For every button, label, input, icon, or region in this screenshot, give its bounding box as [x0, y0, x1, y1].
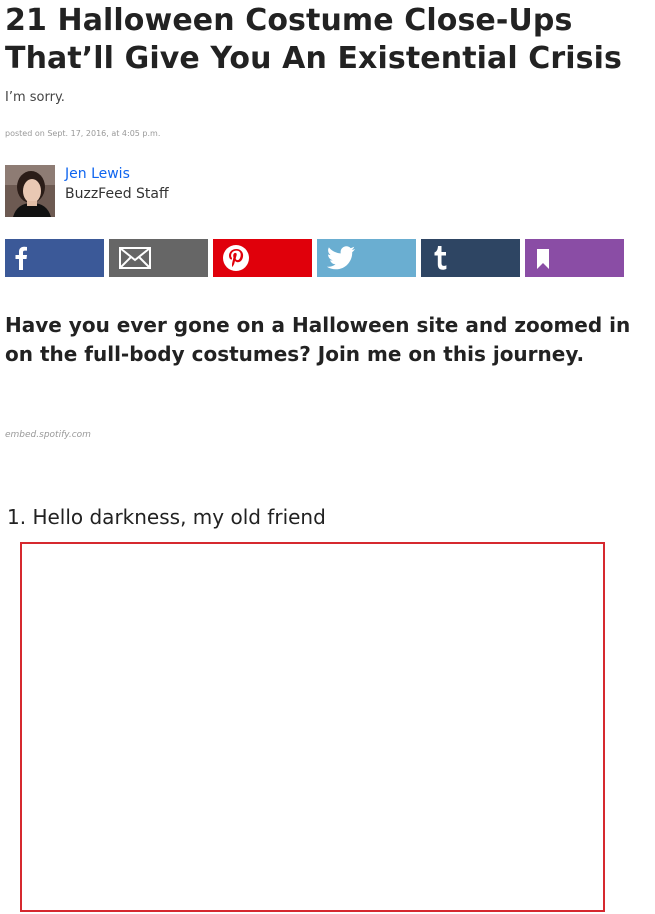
avatar-image: [5, 165, 55, 217]
share-tumblr-button[interactable]: [421, 239, 520, 277]
share-email-button[interactable]: [109, 239, 208, 277]
intro-paragraph: Have you ever gone on a Halloween site a…: [5, 313, 631, 366]
share-pinterest-button[interactable]: [213, 239, 312, 277]
item-image-1: [20, 542, 605, 912]
bookmark-icon: [537, 249, 549, 269]
posted-timestamp: posted on Sept. 17, 2016, at 4:05 p.m.: [5, 129, 161, 138]
share-bookmark-button[interactable]: [525, 239, 624, 277]
article-title: 21 Halloween Costume Close-Ups That’ll G…: [5, 3, 622, 76]
share-facebook-button[interactable]: [5, 239, 104, 277]
share-twitter-button[interactable]: [317, 239, 416, 277]
item-heading-1: 1. Hello darkness, my old friend: [7, 505, 326, 529]
author-name-link[interactable]: Jen Lewis: [65, 166, 130, 182]
facebook-icon: [15, 246, 27, 270]
author-role: BuzzFeed Staff: [65, 186, 169, 202]
twitter-icon: [326, 246, 355, 270]
pinterest-icon: [223, 245, 249, 271]
avatar[interactable]: [5, 165, 55, 217]
embed-credit: embed.spotify.com: [5, 430, 91, 440]
article-subtitle: I’m sorry.: [5, 90, 65, 105]
byline: Jen Lewis BuzzFeed Staff: [5, 165, 305, 217]
tumblr-icon: [434, 246, 447, 270]
mail-icon: [119, 247, 151, 269]
share-bar: [5, 239, 625, 277]
